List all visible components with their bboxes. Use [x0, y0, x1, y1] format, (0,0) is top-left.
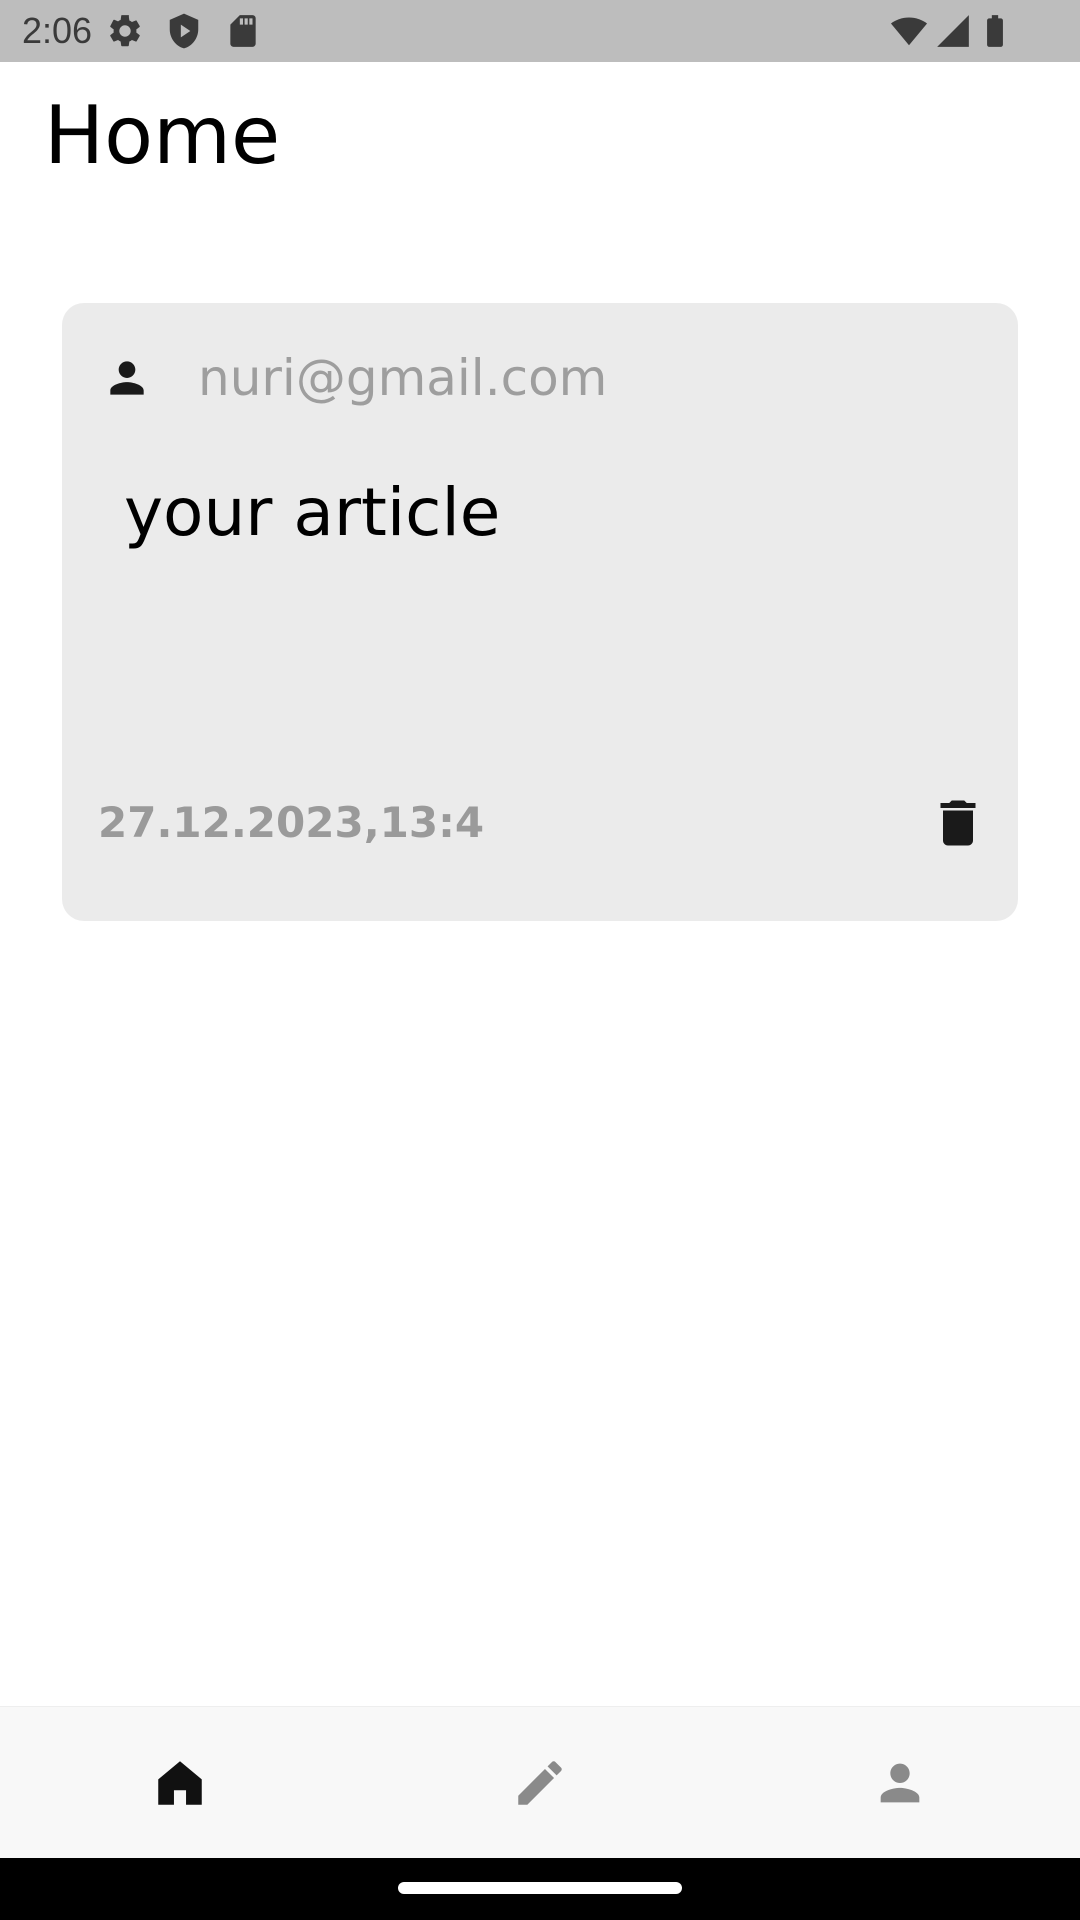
page-title: Home: [44, 89, 281, 182]
post-content: your article: [124, 474, 501, 551]
system-navigation-bar: [0, 1858, 1080, 1920]
trash-icon: [940, 800, 976, 846]
status-bar: 2:06: [0, 0, 1080, 62]
battery-icon: [976, 12, 1014, 50]
nav-item-home[interactable]: [0, 1707, 360, 1859]
signal-icon: [934, 12, 972, 50]
bottom-nav: [0, 1706, 1080, 1859]
post-card[interactable]: nuri@gmail.com your article 27.12.2023,1…: [62, 303, 1018, 921]
person-icon: [102, 353, 152, 403]
wifi-icon: [890, 12, 928, 50]
nav-item-write[interactable]: [360, 1707, 720, 1859]
person-icon: [880, 1763, 920, 1803]
pencil-icon: [518, 1761, 562, 1805]
nav-item-profile[interactable]: [720, 1707, 1080, 1859]
post-author-email: nuri@gmail.com: [198, 349, 608, 407]
shield-icon: [165, 12, 203, 50]
status-time: 2:06: [22, 10, 93, 51]
sd-card-icon: [224, 12, 262, 50]
home-gesture-handle[interactable]: [398, 1882, 682, 1894]
delete-button[interactable]: [928, 793, 988, 853]
settings-icon: [106, 12, 144, 50]
home-icon: [158, 1761, 202, 1805]
post-date: 27.12.2023,13:4: [98, 798, 485, 847]
